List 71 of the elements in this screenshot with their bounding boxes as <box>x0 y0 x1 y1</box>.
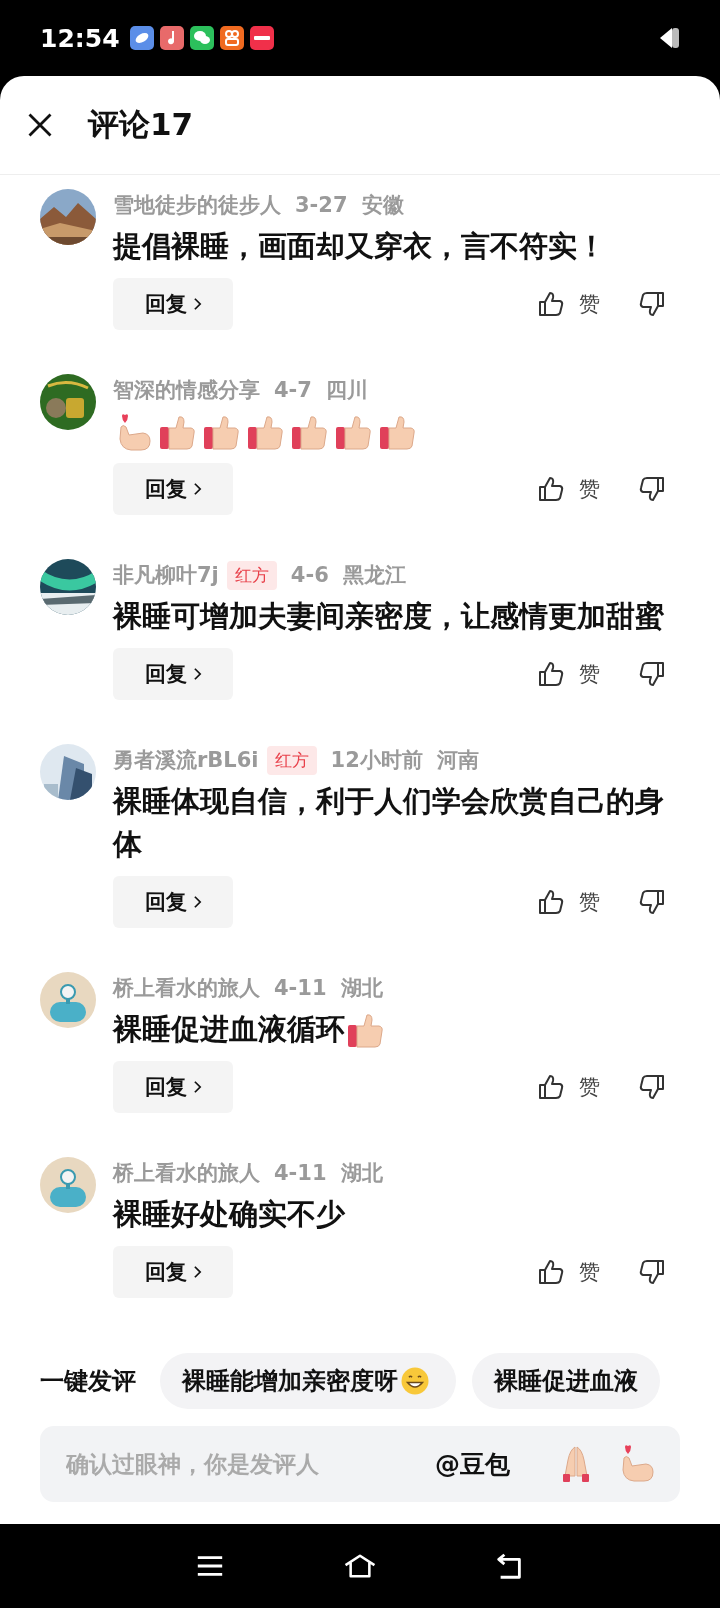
comment-text: 提倡裸睡，画面却又穿衣，言不符实！ <box>113 229 606 263</box>
comment-location: 黑龙江 <box>342 562 406 589</box>
thumbs-up-icon <box>201 413 241 453</box>
dislike-icon[interactable] <box>638 290 666 318</box>
mention-button[interactable]: @豆包 <box>435 1447 510 1481</box>
app-icon <box>219 26 244 50</box>
comment-date: 4-7 <box>274 378 312 402</box>
like-icon[interactable] <box>537 888 565 916</box>
comment-input[interactable]: 确认过眼神，你是发评人 @豆包 <box>40 1426 680 1502</box>
comment-text: 裸睡体现自信，利于人们学会欣赏自己的身体 <box>113 784 664 861</box>
chevron-right-icon <box>192 1265 202 1279</box>
like-icon[interactable] <box>537 660 565 688</box>
battery-icon <box>660 25 680 51</box>
thumbs-up-icon <box>333 413 373 453</box>
like-label[interactable]: 赞 <box>579 888 600 916</box>
chat-app-icon <box>189 26 214 50</box>
like-icon[interactable] <box>537 290 565 318</box>
quick-comment-label: 一键发评 <box>40 1366 136 1397</box>
comment-date: 4-11 <box>274 976 327 1000</box>
comment-date: 4-6 <box>290 563 329 587</box>
chevron-right-icon <box>192 482 202 496</box>
reply-button[interactable]: 回复 <box>113 1061 233 1113</box>
status-time: 12:54 <box>40 23 120 53</box>
comment-location: 湖北 <box>340 975 383 1002</box>
thumbs-up-icon <box>345 1011 385 1051</box>
thumbs-up-icon <box>157 413 197 453</box>
like-icon[interactable] <box>537 1073 565 1101</box>
comment-date: 3-27 <box>295 193 348 217</box>
dislike-icon[interactable] <box>638 660 666 688</box>
reply-button[interactable]: 回复 <box>113 1246 233 1298</box>
chevron-right-icon <box>192 297 202 311</box>
comment-text: 裸睡促进血液循环 <box>113 1012 345 1046</box>
dislike-icon[interactable] <box>638 475 666 503</box>
comments-title: 评论17 <box>88 105 194 144</box>
comment-text: 裸睡好处确实不少 <box>113 1197 345 1231</box>
like-label[interactable]: 赞 <box>579 1073 600 1101</box>
like-icon[interactable] <box>537 1258 565 1286</box>
music-note-icon <box>159 26 184 50</box>
like-label[interactable]: 赞 <box>579 290 600 318</box>
dislike-icon[interactable] <box>638 1073 666 1101</box>
dislike-icon[interactable] <box>638 1258 666 1286</box>
like-label[interactable]: 赞 <box>579 475 600 503</box>
close-icon[interactable] <box>26 111 54 139</box>
comment-location: 四川 <box>325 377 368 404</box>
dislike-icon[interactable] <box>638 888 666 916</box>
like-label[interactable]: 赞 <box>579 1258 600 1286</box>
grinning-face-icon <box>400 1366 430 1396</box>
like-icon[interactable] <box>537 475 565 503</box>
app-icon <box>129 26 154 50</box>
comment-date: 4-11 <box>274 1161 327 1185</box>
reply-button[interactable]: 回复 <box>113 876 233 928</box>
team-tag: 红方 <box>266 745 317 775</box>
thumbs-up-icon <box>289 413 329 453</box>
chevron-right-icon <box>192 895 202 909</box>
comment-location: 湖北 <box>340 1160 383 1187</box>
reply-button[interactable]: 回复 <box>113 278 233 330</box>
quick-comment-chip[interactable]: 裸睡促进血液 <box>472 1353 660 1409</box>
reply-button[interactable]: 回复 <box>113 463 233 515</box>
quick-comment-chip[interactable]: 裸睡能增加亲密度呀 <box>160 1353 456 1409</box>
reply-button[interactable]: 回复 <box>113 648 233 700</box>
thumbs-up-icon <box>245 413 285 453</box>
like-label[interactable]: 赞 <box>579 660 600 688</box>
comment-location: 安徽 <box>361 192 404 219</box>
comment-text: 裸睡可增加夫妻间亲密度，让感情更加甜蜜 <box>113 599 664 633</box>
thumbs-up-icon <box>377 413 417 453</box>
comment-date: 12小时前 <box>330 747 423 774</box>
comment-location: 河南 <box>436 747 479 774</box>
team-tag: 红方 <box>226 560 277 590</box>
chevron-right-icon <box>192 667 202 681</box>
chevron-right-icon <box>192 1080 202 1094</box>
app-icon <box>249 26 274 50</box>
